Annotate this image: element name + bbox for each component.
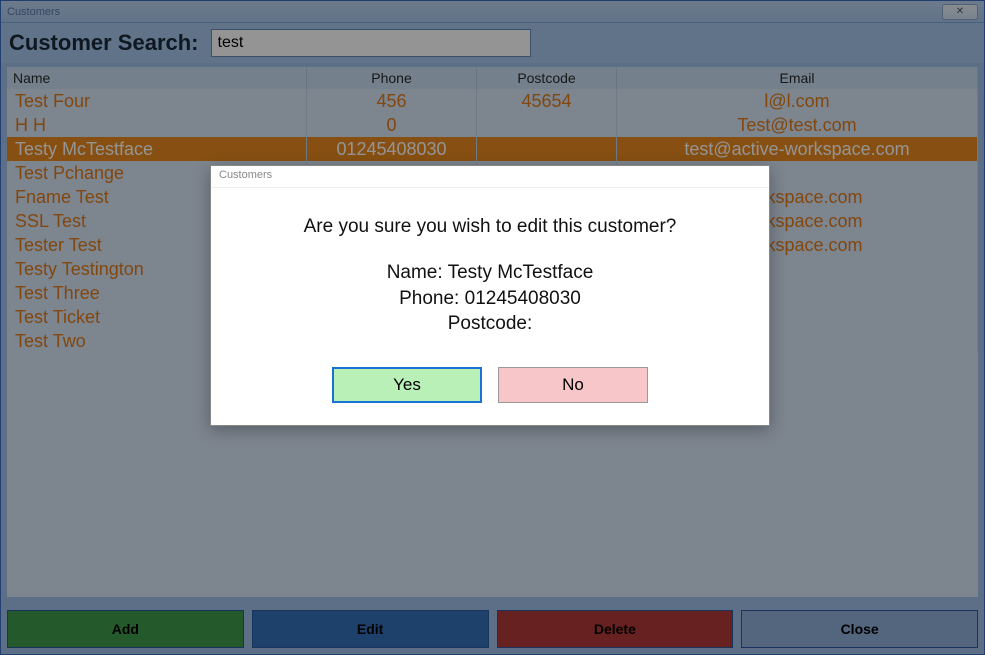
dialog-buttons: Yes No [233,367,747,403]
dialog-message: Are you sure you wish to edit this custo… [233,216,747,238]
dialog-body: Are you sure you wish to edit this custo… [211,188,769,425]
dialog-details: Name: Testy McTestface Phone: 0124540803… [233,260,747,337]
confirm-edit-dialog: Customers Are you sure you wish to edit … [210,165,770,426]
detail-postcode: Postcode: [233,311,747,337]
yes-button[interactable]: Yes [332,367,482,403]
dialog-title: Customers [211,166,769,188]
no-button[interactable]: No [498,367,648,403]
detail-phone: Phone: 01245408030 [233,286,747,312]
detail-name: Name: Testy McTestface [233,260,747,286]
